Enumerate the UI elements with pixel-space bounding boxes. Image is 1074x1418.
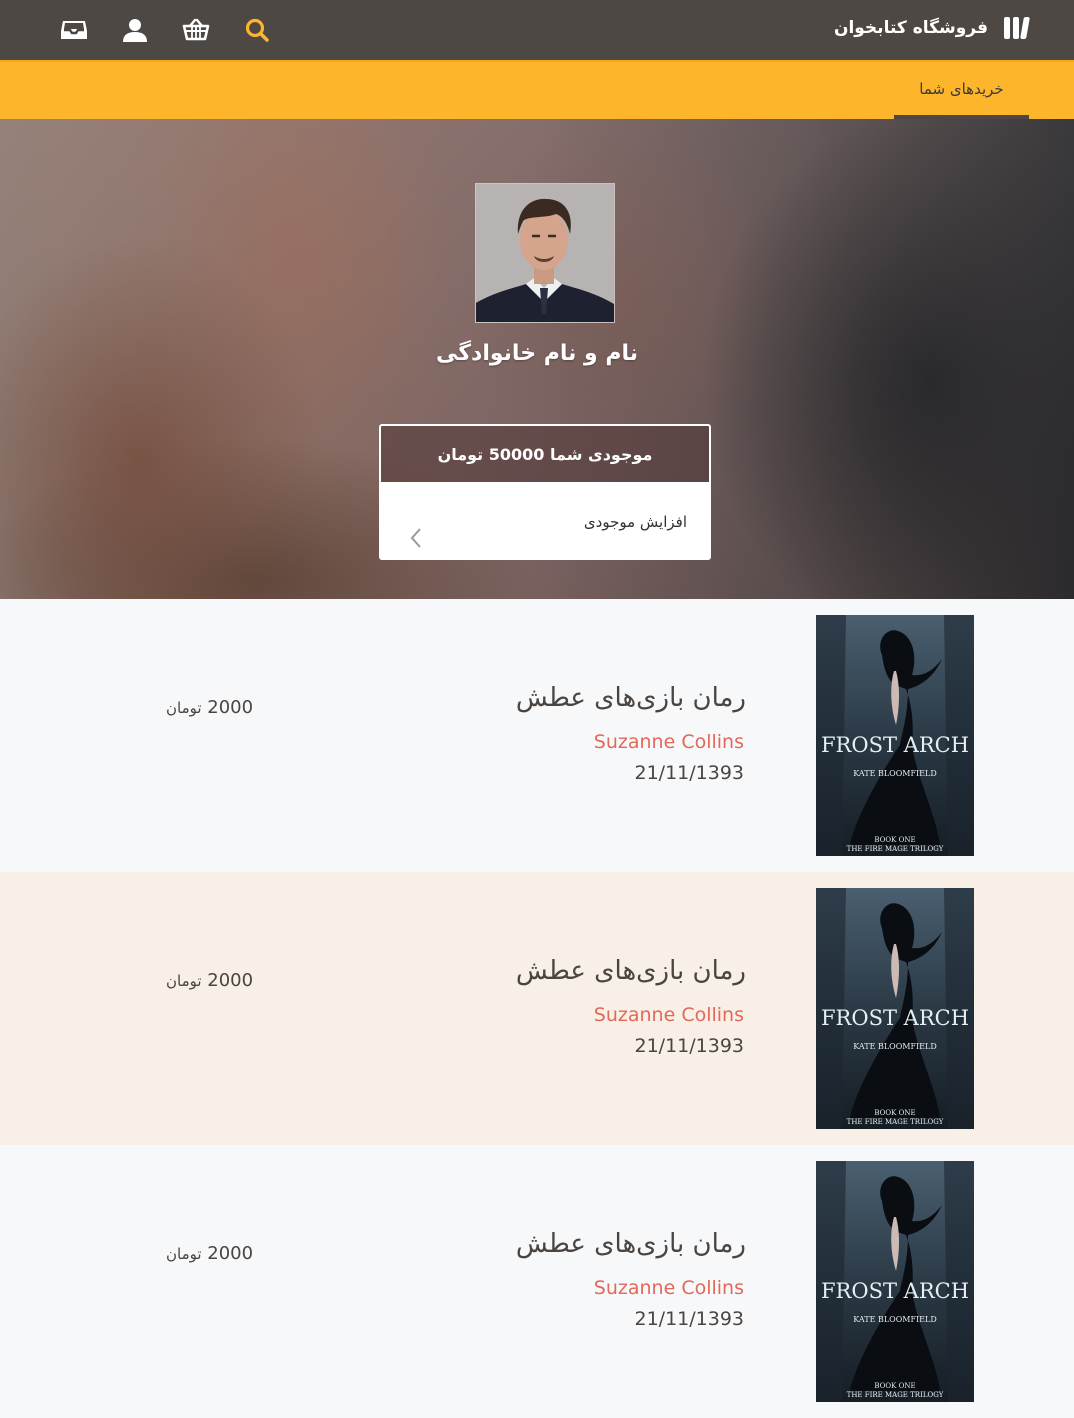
purchase-date: 21/11/1393 — [634, 1035, 744, 1057]
user-icon[interactable] — [120, 15, 150, 45]
price-currency: تومان — [166, 972, 202, 990]
list-item[interactable]: FROST ARCH KATE BLOOMFIELD BOOK ONE THE … — [0, 872, 1074, 1145]
cover-trilogy: THE FIRE MAGE TRILOGY — [846, 1391, 944, 1399]
book-title[interactable]: رمان بازی‌های عطش — [516, 1229, 746, 1259]
price-currency: تومان — [166, 699, 202, 717]
balance-display: موجودی شما 50000 تومان — [379, 424, 711, 484]
book-cover[interactable]: FROST ARCH KATE BLOOMFIELD BOOK ONE THE … — [816, 615, 974, 856]
book-price: 2000 تومان — [166, 697, 253, 718]
cover-title: FROST ARCH — [820, 1006, 970, 1030]
purchase-list: FROST ARCH KATE BLOOMFIELD BOOK ONE THE … — [0, 599, 1074, 1418]
list-item[interactable]: FROST ARCH KATE BLOOMFIELD BOOK ONE THE … — [0, 1145, 1074, 1418]
price-value: 2000 — [207, 1243, 254, 1264]
book-cover[interactable]: FROST ARCH KATE BLOOMFIELD BOOK ONE THE … — [816, 1161, 974, 1402]
purchase-date: 21/11/1393 — [634, 1308, 744, 1330]
book-title[interactable]: رمان بازی‌های عطش — [516, 683, 746, 713]
cover-series: BOOK ONE — [874, 1109, 916, 1117]
cover-author: KATE BLOOMFIELD — [853, 1042, 937, 1051]
chevron-left-icon — [409, 527, 423, 553]
brand-name: فروشگاه کتابخوان — [833, 18, 988, 38]
add-balance-label: افزایش موجودی — [583, 513, 687, 531]
price-value: 2000 — [207, 697, 254, 718]
book-author[interactable]: Suzanne Collins — [594, 1277, 744, 1299]
cover-series: BOOK ONE — [874, 1382, 916, 1390]
search-icon[interactable] — [242, 15, 272, 45]
book-cover[interactable]: FROST ARCH KATE BLOOMFIELD BOOK ONE THE … — [816, 888, 974, 1129]
top-bar: فروشگاه کتابخوان — [0, 0, 1074, 60]
avatar — [475, 183, 615, 323]
inbox-icon[interactable] — [59, 15, 89, 45]
cover-author: KATE BLOOMFIELD — [853, 769, 937, 778]
book-price: 2000 تومان — [166, 1243, 253, 1264]
library-logo-icon — [1002, 17, 1030, 39]
basket-icon[interactable] — [181, 15, 211, 45]
book-title[interactable]: رمان بازی‌های عطش — [516, 956, 746, 986]
book-author[interactable]: Suzanne Collins — [594, 731, 744, 753]
purchase-date: 21/11/1393 — [634, 762, 744, 784]
wallet-card: موجودی شما 50000 تومان افزایش موجودی — [379, 424, 711, 560]
tab-bar: خریدهای شما — [0, 60, 1074, 119]
cover-series: BOOK ONE — [874, 836, 916, 844]
add-balance-button[interactable]: افزایش موجودی — [379, 484, 711, 560]
cover-title: FROST ARCH — [820, 733, 970, 757]
profile-name: نام و نام خانوادگی — [436, 341, 638, 366]
price-currency: تومان — [166, 1245, 202, 1263]
cover-trilogy: THE FIRE MAGE TRILOGY — [846, 1118, 944, 1126]
list-item[interactable]: FROST ARCH KATE BLOOMFIELD BOOK ONE THE … — [0, 599, 1074, 872]
cover-trilogy: THE FIRE MAGE TRILOGY — [846, 845, 944, 853]
cover-title: FROST ARCH — [820, 1279, 970, 1303]
tab-purchases[interactable]: خریدهای شما — [894, 62, 1029, 119]
brand[interactable]: فروشگاه کتابخوان — [833, 17, 1030, 39]
price-value: 2000 — [207, 970, 254, 991]
profile-hero: نام و نام خانوادگی موجودی شما 50000 توما… — [0, 119, 1074, 599]
book-price: 2000 تومان — [166, 970, 253, 991]
cover-author: KATE BLOOMFIELD — [853, 1315, 937, 1324]
book-author[interactable]: Suzanne Collins — [594, 1004, 744, 1026]
